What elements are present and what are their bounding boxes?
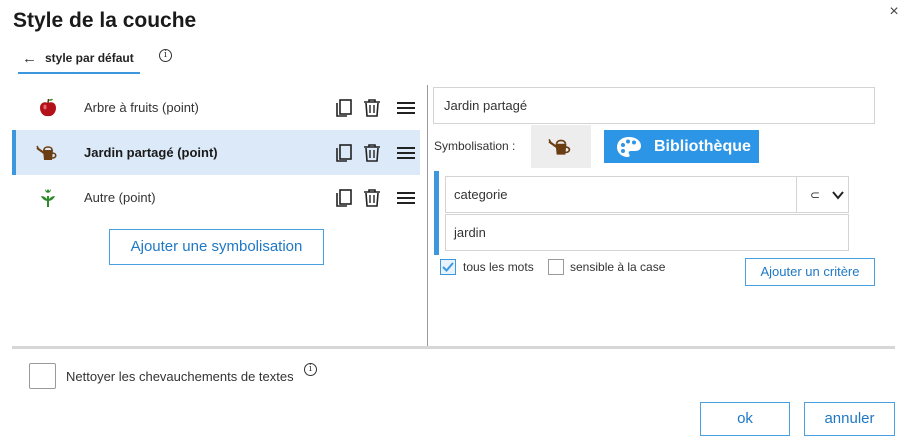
case-sensitive-label: sensible à la case <box>570 260 666 274</box>
ok-button[interactable]: ok <box>700 402 790 436</box>
tab-default-style[interactable]: ← style par défaut <box>18 44 140 74</box>
info-icon[interactable]: i <box>304 363 317 376</box>
clean-overlap-label: Nettoyer les chevauchements de textes <box>66 369 294 384</box>
watering-can-icon <box>36 145 57 160</box>
trash-icon[interactable] <box>362 188 382 208</box>
add-criterion-button[interactable]: Ajouter un critère <box>745 258 875 286</box>
add-symbolization-button[interactable]: Ajouter une symbolisation <box>109 229 324 265</box>
symbolisation-label: Symbolisation : <box>434 139 516 153</box>
library-button-label: Bibliothèque <box>654 137 751 155</box>
checkmark-icon <box>442 262 454 272</box>
library-button[interactable]: Bibliothèque <box>604 130 759 163</box>
copy-icon[interactable] <box>334 143 354 163</box>
case-sensitive-checkbox[interactable] <box>548 259 564 275</box>
symbolization-label: Autre (point) <box>84 190 156 205</box>
menu-icon[interactable] <box>396 143 416 163</box>
criterion-field-input[interactable]: categorie <box>445 176 797 213</box>
apple-icon <box>40 98 56 117</box>
copy-icon[interactable] <box>334 188 354 208</box>
close-icon[interactable]: × <box>884 2 904 22</box>
symbolization-name-input[interactable]: Jardin partagé <box>433 87 875 124</box>
criterion-value-input[interactable]: jardin <box>445 214 849 251</box>
symbolization-row[interactable]: Jardin partagé (point) <box>12 130 420 175</box>
symbolization-row[interactable]: Arbre à fruits (point) <box>12 85 420 130</box>
info-icon[interactable]: i <box>159 49 172 62</box>
symbolization-row[interactable]: Autre (point) <box>12 175 420 220</box>
whole-words-label: tous les mots <box>463 260 534 274</box>
vertical-divider <box>427 85 428 347</box>
flower-icon <box>41 189 55 207</box>
watering-can-icon <box>548 138 571 155</box>
symbolization-list: Arbre à fruits (point) Jardin partagé (p… <box>12 85 420 220</box>
trash-icon[interactable] <box>362 98 382 118</box>
whole-words-checkbox[interactable] <box>440 259 456 275</box>
palette-icon <box>617 136 641 157</box>
chevron-down-icon <box>832 190 844 200</box>
back-arrow-icon: ← <box>22 49 37 67</box>
symbolization-label: Arbre à fruits (point) <box>84 100 199 115</box>
cancel-button[interactable]: annuler <box>804 402 895 436</box>
criterion-accent-bar <box>434 171 439 255</box>
horizontal-divider <box>12 346 895 349</box>
operator-value: ⊂ <box>810 187 821 202</box>
symbolization-label: Jardin partagé (point) <box>84 145 218 160</box>
tab-label: style par défaut <box>45 51 134 65</box>
operator-select[interactable]: ⊂ <box>796 176 849 213</box>
copy-icon[interactable] <box>334 98 354 118</box>
trash-icon[interactable] <box>362 143 382 163</box>
menu-icon[interactable] <box>396 98 416 118</box>
clean-overlap-checkbox[interactable] <box>29 363 56 389</box>
dialog-title: Style de la couche <box>13 9 197 32</box>
menu-icon[interactable] <box>396 188 416 208</box>
symbol-preview[interactable] <box>531 125 591 168</box>
